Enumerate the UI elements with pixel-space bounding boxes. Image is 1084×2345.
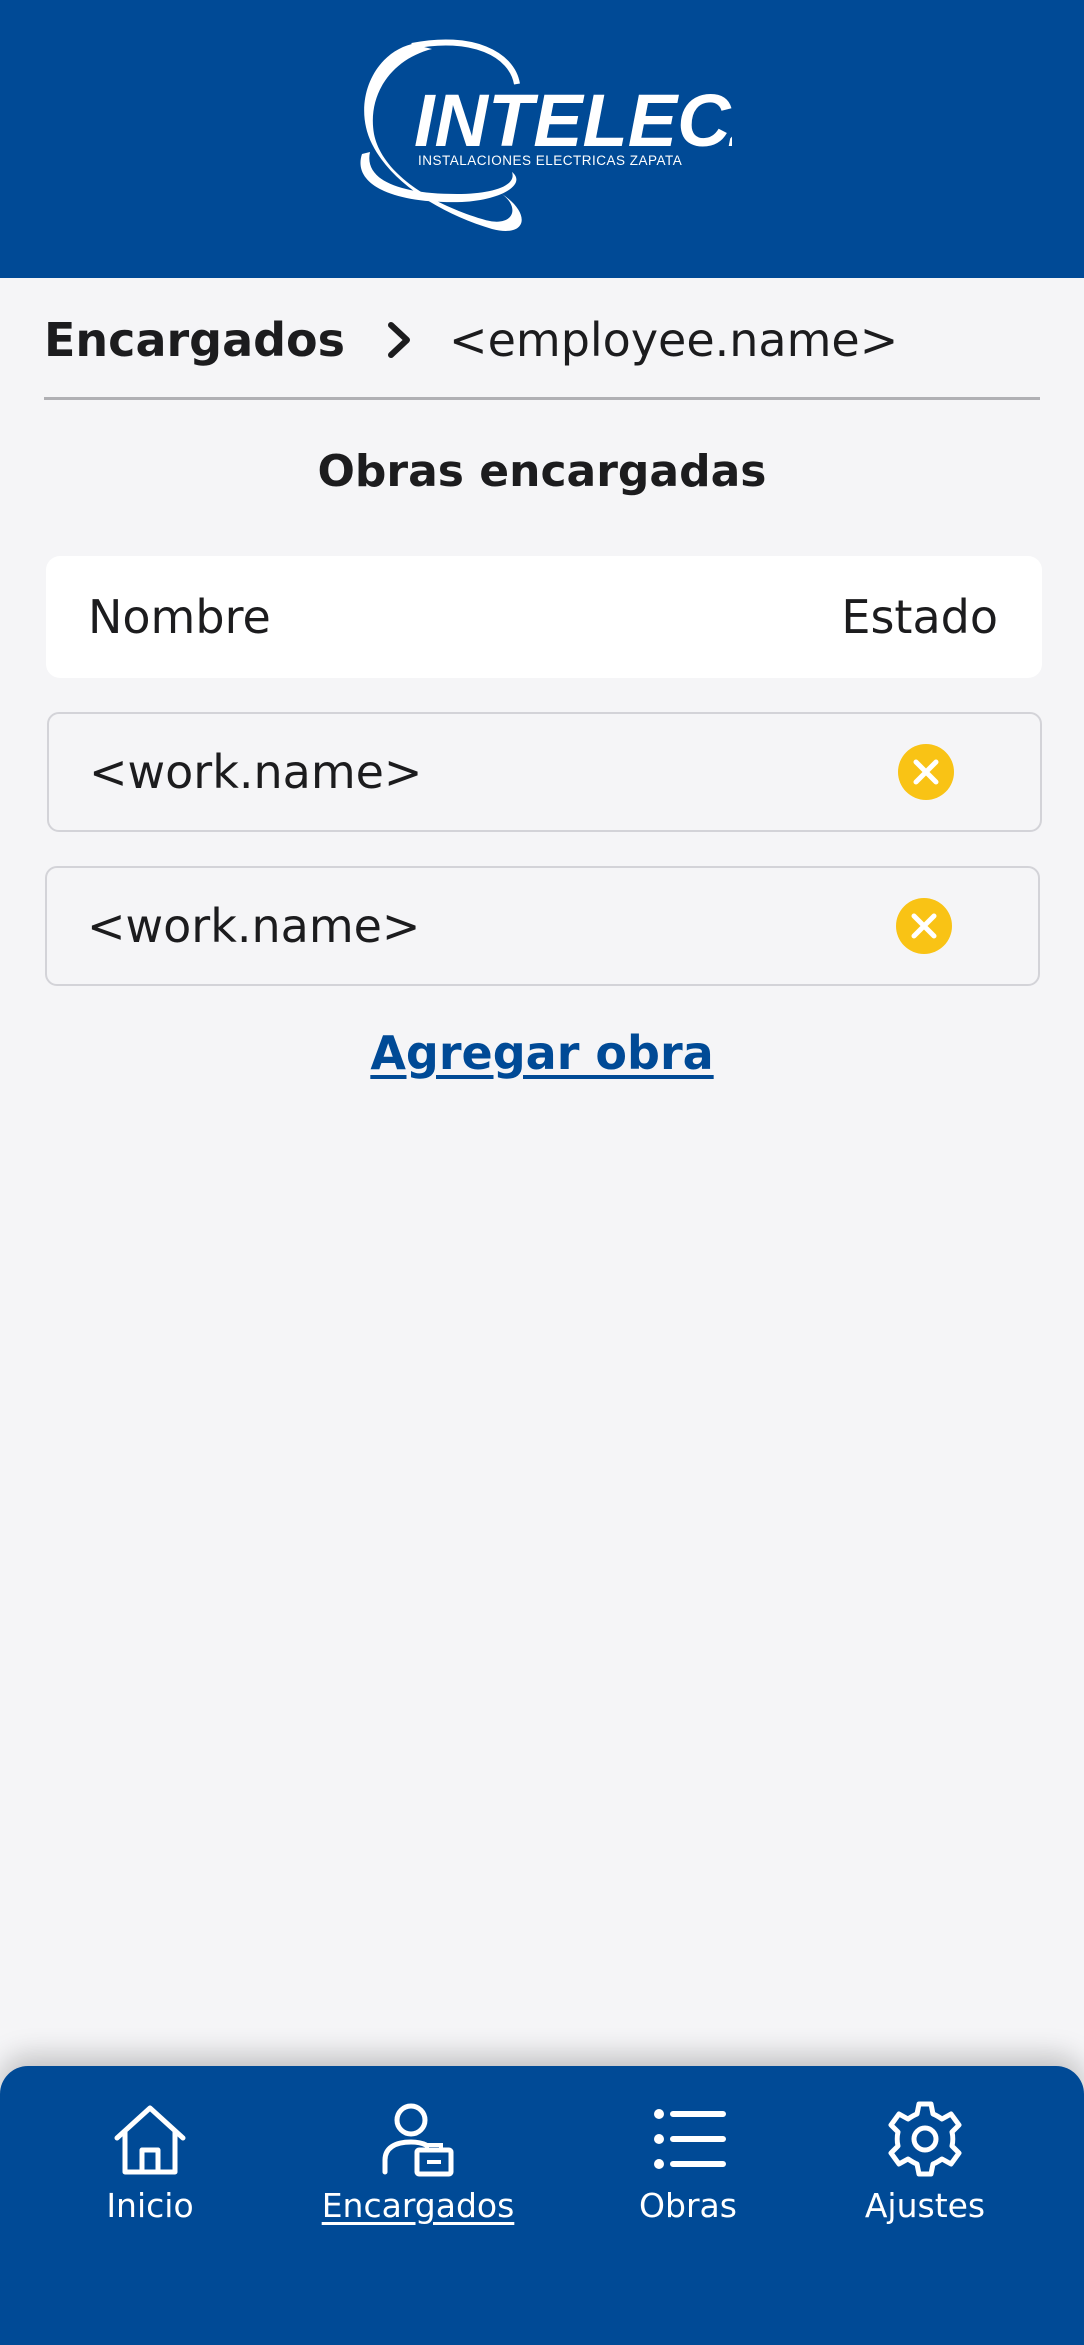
supervisor-icon — [382, 2103, 454, 2177]
x-circle-icon[interactable] — [898, 744, 954, 800]
nav-item-inicio[interactable]: Inicio — [40, 2098, 260, 2238]
column-header-name: Nombre — [88, 590, 271, 644]
work-name: <work.name> — [89, 745, 423, 799]
list-icon — [654, 2109, 726, 2169]
page-title: Obras encargadas — [317, 446, 767, 497]
nav-item-obras[interactable]: Obras — [578, 2098, 798, 2238]
breadcrumb-root-link[interactable]: Encargados — [44, 313, 345, 367]
nav-item-ajustes[interactable]: Ajustes — [815, 2098, 1035, 2238]
app-header: INTELECZA INSTALACIONES ELECTRICAS ZAPAT… — [0, 0, 1084, 278]
bottom-nav: Inicio Encargados Obras Ajustes — [0, 2066, 1084, 2345]
gear-icon — [888, 2101, 962, 2177]
breadcrumb-divider — [44, 397, 1040, 400]
table-header: Nombre Estado — [46, 556, 1042, 678]
column-header-status: Estado — [841, 590, 998, 644]
table-row[interactable]: <work.name> — [47, 712, 1042, 832]
x-circle-icon[interactable] — [896, 898, 952, 954]
breadcrumb: Encargados <employee.name> — [44, 310, 1040, 370]
nav-label: Ajustes — [864, 2186, 986, 2225]
intelecza-logo: INTELECZA INSTALACIONES ELECTRICAS ZAPAT… — [360, 39, 732, 231]
work-name: <work.name> — [87, 899, 421, 953]
nav-item-encargados[interactable]: Encargados — [308, 2098, 528, 2238]
nav-label: Obras — [639, 2186, 737, 2225]
logo-brand-text: INTELECZA — [414, 79, 732, 162]
breadcrumb-current: <employee.name> — [449, 313, 899, 367]
nav-label: Encargados — [321, 2186, 515, 2225]
table-row[interactable]: <work.name> — [45, 866, 1040, 986]
nav-label: Inicio — [106, 2186, 194, 2225]
add-work-link[interactable]: Agregar obra — [0, 1026, 1084, 1080]
chevron-right-icon — [388, 322, 411, 358]
home-icon — [114, 2105, 186, 2175]
logo-tagline-text: INSTALACIONES ELECTRICAS ZAPATA — [418, 153, 682, 168]
